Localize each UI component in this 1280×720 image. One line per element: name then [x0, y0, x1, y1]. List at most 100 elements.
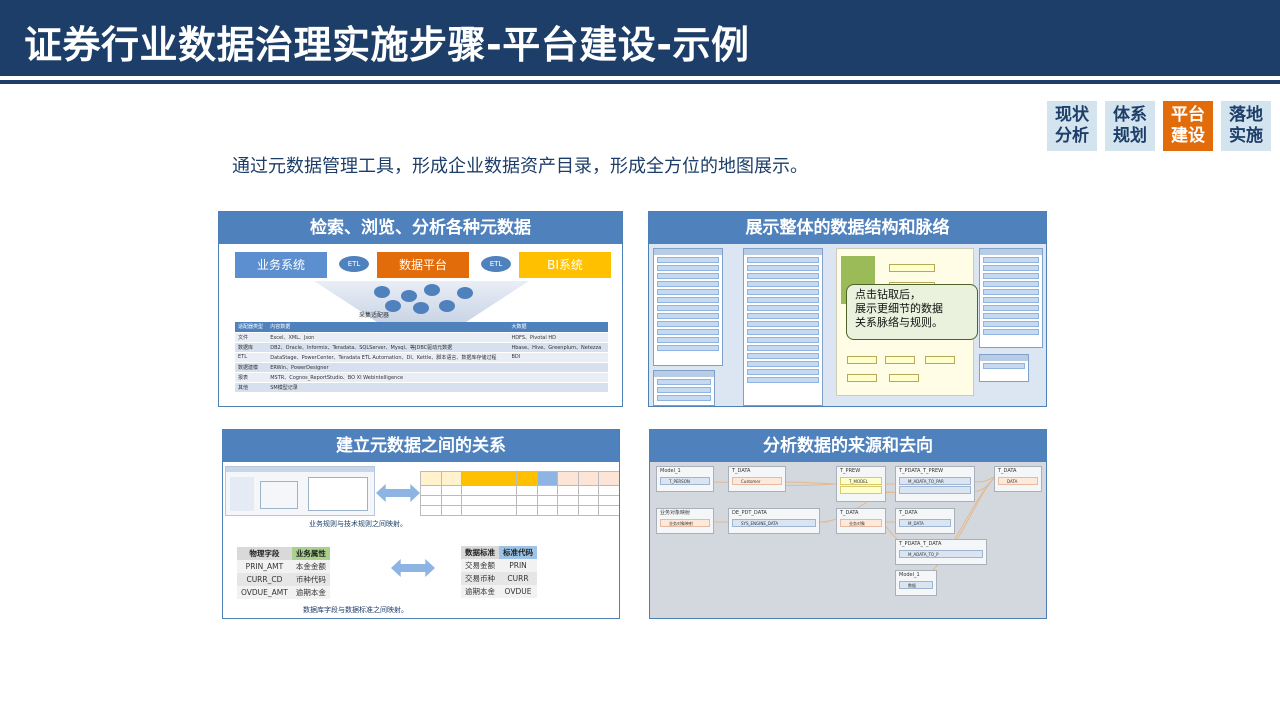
table-cell	[508, 381, 608, 392]
table-cell: 数据库	[235, 341, 268, 352]
node-row: M_ADATA_TO_PAR	[899, 477, 971, 485]
lineage-node[interactable]: Model_1 T_PERSON	[656, 466, 714, 492]
step-tab-label: 平台	[1171, 105, 1205, 125]
callout-line: 关系脉络与规则。	[855, 316, 943, 329]
lineage-node[interactable]: T_DATA 业务对象	[836, 508, 886, 534]
table-header: 适配器类型	[235, 322, 268, 332]
table-cell: 本金金额	[291, 560, 330, 573]
table-cell: PRIN_AMT	[237, 560, 292, 573]
table-cell: 数据建模	[235, 361, 268, 372]
lineage-node[interactable]: T_DATA Customer	[728, 466, 786, 492]
table-row: 交易金额 PRIN	[461, 559, 537, 572]
detail-node[interactable]	[889, 374, 919, 382]
mapping-arrow	[391, 559, 435, 577]
panel-body: 点击钻取后， 展示更细节的数据 关系脉络与规则。	[649, 244, 1046, 406]
bi-system-box: BI系统	[519, 252, 611, 278]
node-title: T_PDATA_T_PREW	[899, 468, 944, 474]
table-row: 文件 Excel、XML、Json HDFS、Pivotal HD	[235, 331, 608, 342]
callout-line: 点击钻取后，	[855, 288, 921, 301]
lineage-node[interactable]: DE_PDT_DATA SYS_ENGINE_DATA	[728, 508, 820, 534]
table-cell: 逾期本金	[291, 586, 330, 599]
table-header: 标准代码	[499, 546, 537, 559]
step-tab-planning[interactable]: 体系 规划	[1105, 101, 1155, 151]
table-cell: 交易金额	[461, 559, 499, 572]
table-row: 数据库 DB2、Oracle、Informix、Teradata、SQLServ…	[235, 341, 608, 352]
lineage-node[interactable]: Model_1 数据	[895, 570, 937, 596]
step-tab-label: 分析	[1055, 126, 1089, 146]
source-bubble	[457, 287, 473, 299]
panel-title: 分析数据的来源和去向	[650, 430, 1046, 462]
table-cell: 报表	[235, 371, 268, 382]
source-bubble	[424, 284, 440, 296]
node-title: T_DATA	[899, 510, 918, 516]
mapping-caption: 数据库字段与数据标准之间映射。	[303, 606, 408, 614]
detail-node[interactable]	[847, 374, 877, 382]
detail-node[interactable]	[885, 356, 915, 364]
step-tab-implementation[interactable]: 落地 实施	[1221, 101, 1271, 151]
structure-column	[979, 354, 1029, 382]
table-header: 物理字段	[237, 547, 292, 560]
node-title: T_PDATA_T_DATA	[899, 541, 942, 547]
panel-body: 业务系统 ETL 数据平台 ETL BI系统 采集适配器 适配器类型 内容数据 …	[219, 244, 622, 406]
table-cell: 交易币种	[461, 572, 499, 585]
node-row: SYS_ENGINE_DATA	[732, 519, 816, 527]
table-header: 数据标准	[461, 546, 499, 559]
node-row: T_MODEL	[840, 477, 882, 485]
table-row: OVDUE_AMT 逾期本金	[237, 586, 330, 599]
node-row: 数据	[899, 581, 933, 589]
lineage-node[interactable]: T_PDATA_T_DATA M_ADATA_TO_P	[895, 539, 987, 565]
panel-metadata-relations: 建立元数据之间的关系 业务规则与技术规则之间映射。 物理字段 业务属性 PRIN…	[222, 429, 620, 619]
etl-badge: ETL	[339, 256, 369, 272]
detail-node[interactable]	[889, 264, 935, 272]
mapping-arrow	[376, 484, 420, 502]
lineage-node[interactable]: T_PREW T_MODEL	[836, 466, 886, 502]
table-cell: 币种代码	[291, 573, 330, 586]
node-title: T_PREW	[840, 468, 861, 474]
source-bubble	[401, 290, 417, 302]
structure-column	[653, 248, 723, 366]
table-cell: CURR	[499, 572, 537, 585]
table-row: 报表 MSTR、Cognos_ReportStudio、BO XI Webint…	[235, 371, 608, 382]
etl-badge: ETL	[481, 256, 511, 272]
table-row: 数据建模 ERWin、PowerDesigner	[235, 361, 608, 372]
panel-metadata-search: 检索、浏览、分析各种元数据 业务系统 ETL 数据平台 ETL BI系统 采集适…	[218, 211, 623, 407]
step-tab-label: 实施	[1229, 126, 1263, 146]
mapping-caption: 业务规则与技术规则之间映射。	[309, 520, 407, 528]
table-row: PRIN_AMT 本金金额	[237, 560, 330, 573]
table-cell: ERWin、PowerDesigner	[267, 361, 509, 372]
table-row: 逾期本金 OVDUE	[461, 585, 537, 598]
table-cell	[508, 371, 608, 382]
table-cell: CURR_CD	[237, 573, 292, 586]
adapter-caption: 采集适配器	[359, 312, 390, 319]
panel-title: 展示整体的数据结构和脉络	[649, 212, 1046, 244]
step-tab-platform[interactable]: 平台 建设	[1163, 101, 1213, 151]
table-cell: OVDUE	[499, 585, 537, 598]
lineage-node[interactable]: T_PDATA_T_PREW M_ADATA_TO_PAR	[895, 466, 975, 502]
panel-title: 检索、浏览、分析各种元数据	[219, 212, 622, 244]
step-tab-status[interactable]: 现状 分析	[1047, 101, 1097, 151]
lineage-node[interactable]: 业务对象映射 业务对象映射	[656, 508, 714, 534]
lineage-node[interactable]: T_DATA DATA	[994, 466, 1042, 492]
detail-node[interactable]	[925, 356, 955, 364]
lineage-node[interactable]: T_DATA M_DATA	[895, 508, 955, 534]
callout-line: 展示更细节的数据	[855, 302, 943, 315]
table-cell: 文件	[235, 331, 268, 342]
step-tab-label: 落地	[1229, 105, 1263, 125]
page-title: 证券行业数据治理实施步骤-平台建设-示例	[24, 23, 750, 67]
step-tabs: 现状 分析 体系 规划 平台 建设 落地 实施	[1047, 101, 1271, 151]
table-cell: MSTR、Cognos_ReportStudio、BO XI Webintell…	[267, 371, 509, 382]
rule-table	[420, 471, 619, 516]
structure-column	[979, 248, 1043, 348]
field-attribute-table: 物理字段 业务属性 PRIN_AMT 本金金额 CURR_CD 币种代码 OVD…	[237, 547, 330, 599]
header-bar: 证券行业数据治理实施步骤-平台建设-示例	[0, 0, 1280, 76]
business-system-box: 业务系统	[235, 252, 327, 278]
node-title: Model_1	[660, 468, 681, 474]
source-bubble	[374, 286, 390, 298]
intro-text: 通过元数据管理工具，形成企业数据资产目录，形成全方位的地图展示。	[232, 156, 808, 177]
step-tab-label: 建设	[1171, 126, 1205, 146]
node-row: 业务对象映射	[660, 519, 710, 527]
table-cell: 其他	[235, 381, 268, 392]
node-row	[899, 486, 971, 494]
table-header: 业务属性	[291, 547, 330, 560]
detail-node[interactable]	[847, 356, 877, 364]
